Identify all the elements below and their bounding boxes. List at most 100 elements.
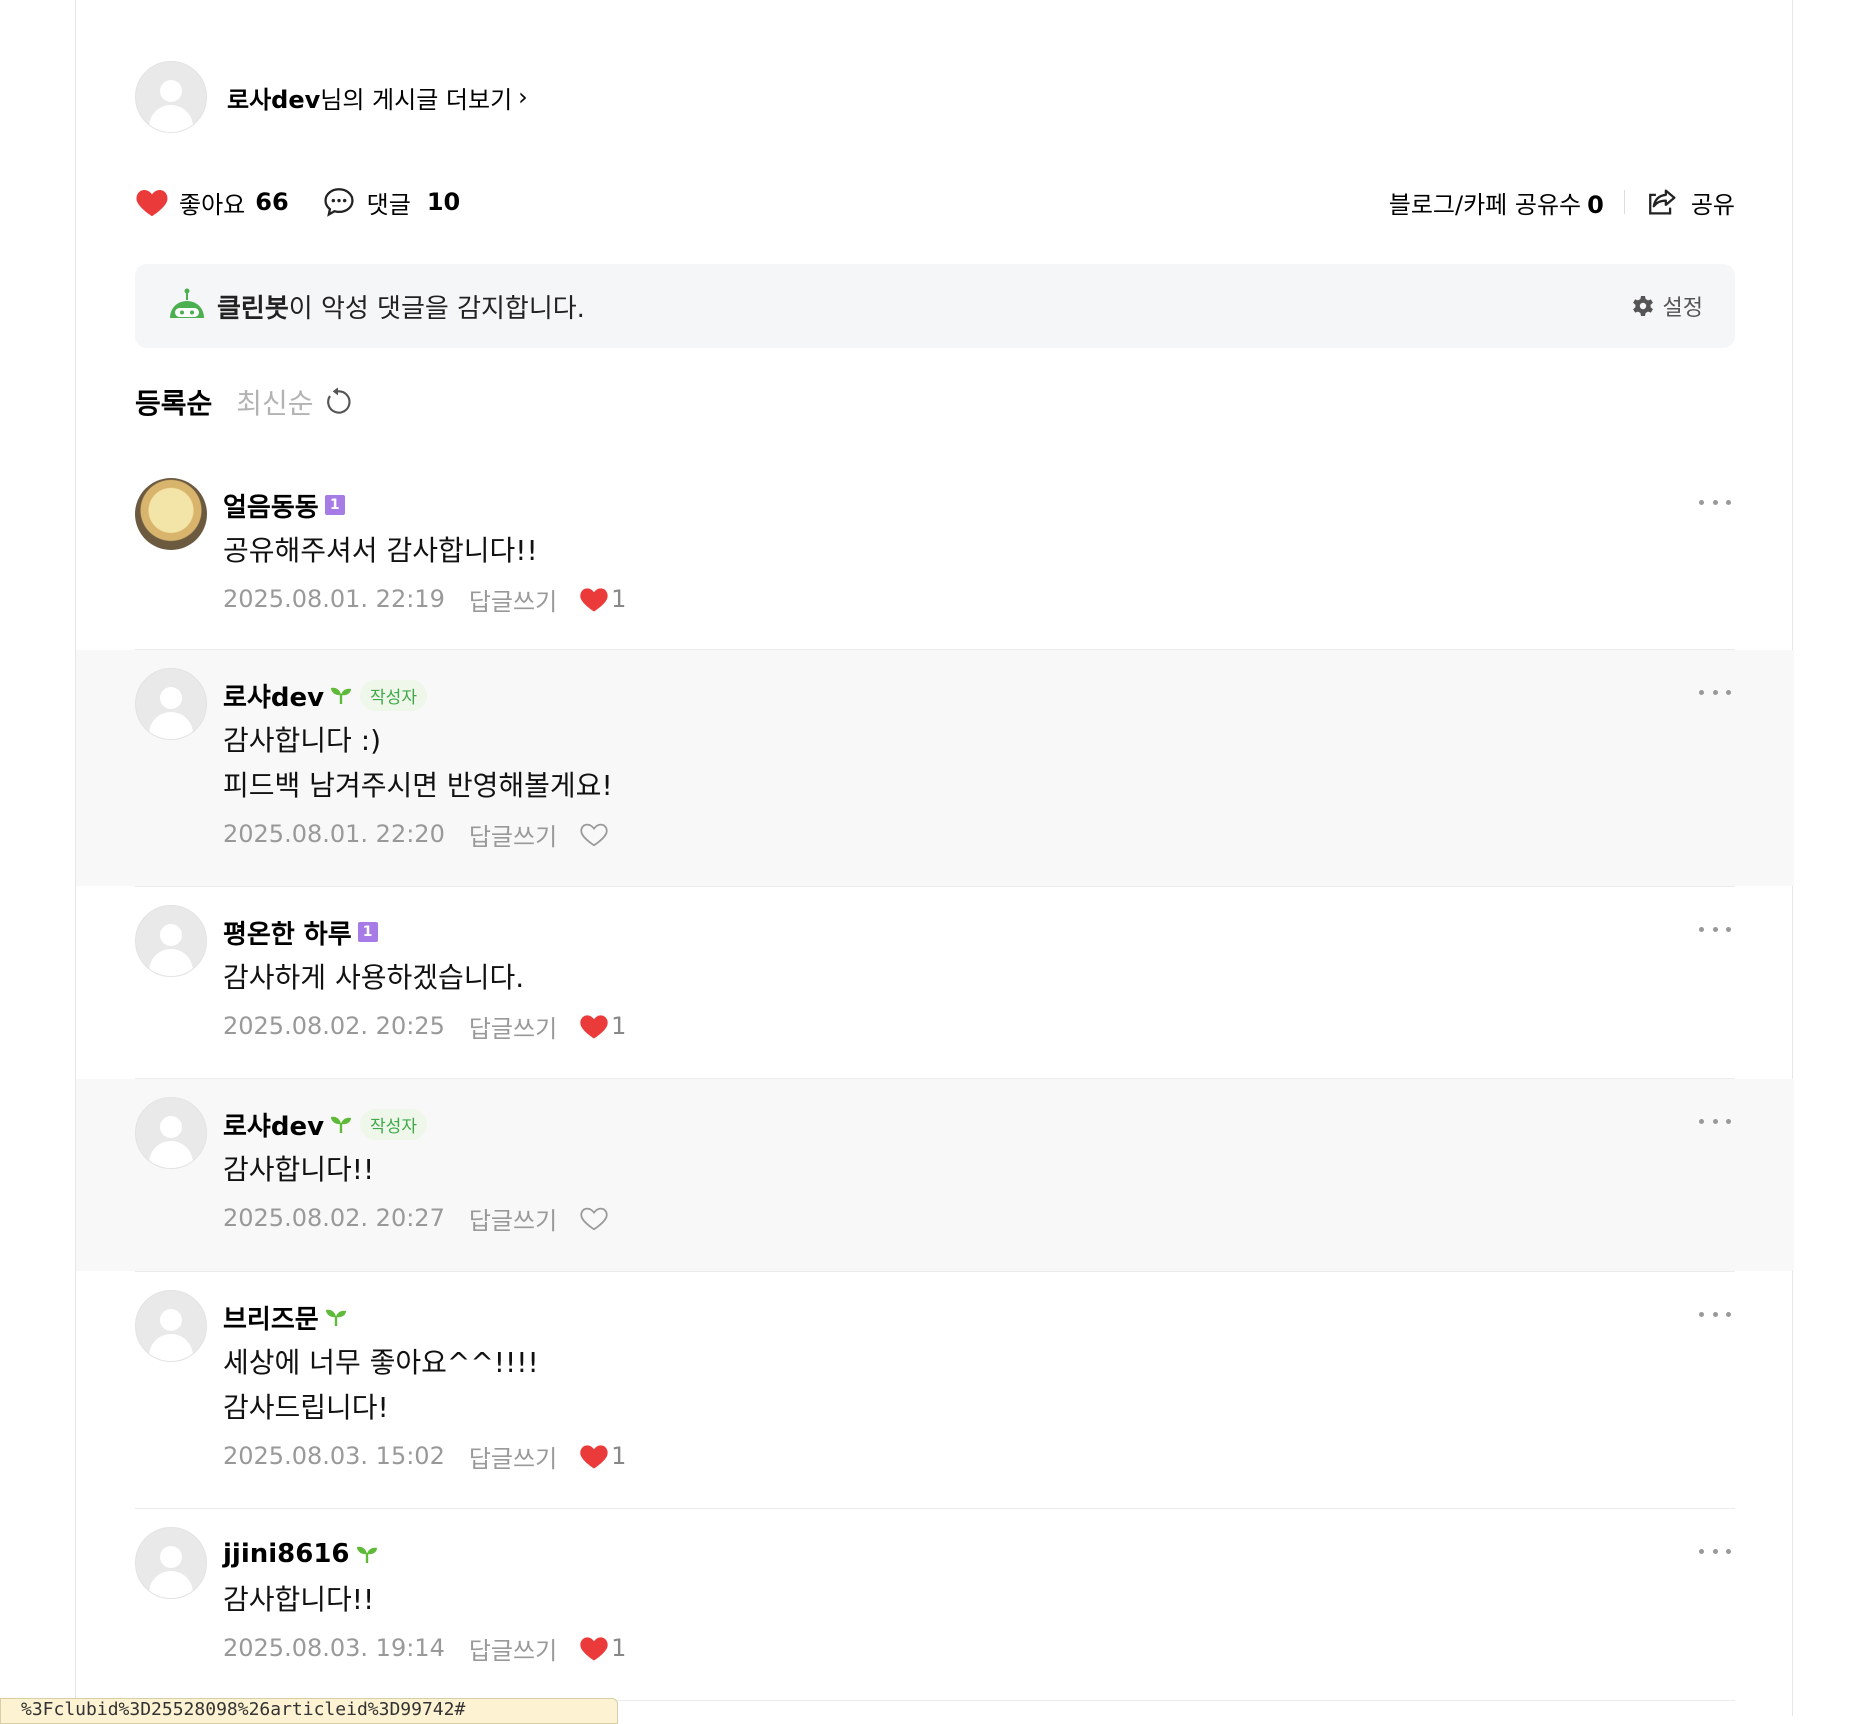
reply-button[interactable]: 답글쓰기 — [469, 582, 557, 617]
cleanbot-name: 클린봇 — [217, 293, 289, 324]
more-options-icon[interactable] — [1695, 1541, 1735, 1561]
cleanbot-robot-icon — [170, 288, 204, 318]
comment-item: 로샤dev 작성자 감사합니다 :) 피드백 남겨주시면 반영해볼게요! 2025… — [76, 650, 1794, 887]
sprout-icon — [330, 685, 352, 705]
comment-text-line: 세상에 너무 좋아요^^!!!! — [223, 1346, 539, 1379]
commenter-avatar[interactable] — [135, 1527, 207, 1599]
more-options-icon[interactable] — [1695, 492, 1735, 512]
reply-button[interactable]: 답글쓰기 — [469, 1631, 557, 1666]
heart-filled-icon — [579, 585, 609, 613]
sort-by-latest[interactable]: 최신순 — [236, 382, 313, 422]
commenter-avatar[interactable] — [135, 668, 207, 740]
comment-item: 브리즈문 세상에 너무 좋아요^^!!!! 감사드립니다! 2025.08.03.… — [135, 1272, 1735, 1509]
commenter-name[interactable]: 브리즈문 — [223, 1299, 319, 1336]
like-label: 좋아요 — [179, 190, 246, 219]
comment-text: 세상에 너무 좋아요^^!!!! 감사드립니다! — [223, 1340, 1735, 1430]
author-more-posts-link[interactable]: 로사dev 님의 게시글 더보기 › — [227, 80, 528, 115]
gear-icon — [1632, 296, 1653, 316]
share-label: 공유 — [1690, 190, 1735, 219]
comment-like-button[interactable]: 1 — [575, 1436, 630, 1476]
comment-like-button[interactable]: 1 — [575, 1006, 630, 1046]
comment-text: 감사하게 사용하겠습니다. — [223, 955, 1735, 1000]
commenter-avatar[interactable] — [135, 1097, 207, 1169]
share-button[interactable]: 공유 — [1645, 185, 1735, 220]
comment-sort-tabs: 등록순 최신순 — [135, 380, 354, 424]
refresh-icon[interactable] — [322, 386, 354, 418]
sprout-icon — [330, 1114, 352, 1134]
status-bar-url: %3Fclubid%3D25528098%26articleid%3D99742… — [0, 1698, 618, 1724]
article-frame: 로사dev 님의 게시글 더보기 › 좋아요 66 댓글 10 블로그/카페 공… — [75, 0, 1794, 1716]
reply-button[interactable]: 답글쓰기 — [469, 817, 557, 852]
comment-date: 2025.08.02. 20:27 — [223, 1204, 445, 1232]
comment-like-count: 1 — [611, 1442, 627, 1470]
comment-text-line: 피드백 남겨주시면 반영해볼게요! — [223, 769, 613, 802]
more-options-icon[interactable] — [1695, 1111, 1735, 1131]
comment-body: 얼음동동 1 공유해주셔서 감사합니다!! 2025.08.01. 22:19 … — [223, 488, 1735, 619]
like-count: 66 — [255, 188, 289, 216]
more-options-icon[interactable] — [1695, 919, 1735, 939]
member-level-badge: 1 — [324, 495, 345, 515]
commenter-info: jjini8616 — [223, 1537, 1735, 1571]
comment-body: 로샤dev 작성자 감사합니다 :) 피드백 남겨주시면 반영해볼게요! 2025… — [223, 678, 1735, 854]
share-count-value: 0 — [1587, 190, 1604, 219]
speech-bubble-icon — [324, 188, 354, 217]
author-avatar[interactable] — [135, 61, 207, 133]
cleanbot-settings-button[interactable]: 설정 — [1631, 290, 1703, 322]
comment-stat[interactable]: 댓글 10 — [321, 185, 460, 220]
comment-date: 2025.08.03. 15:02 — [223, 1442, 445, 1470]
comment-list: 얼음동동 1 공유해주셔서 감사합니다!! 2025.08.01. 22:19 … — [76, 456, 1794, 1701]
commenter-info: 평온한 하루 1 — [223, 914, 1735, 951]
commenter-name[interactable]: jjini8616 — [223, 1539, 350, 1569]
comment-item: 로샤dev 작성자 감사합니다!! 2025.08.02. 20:27 답글쓰기 — [76, 1079, 1794, 1272]
comment-item: jjini8616 감사합니다!! 2025.08.03. 19:14 답글쓰기… — [135, 1509, 1735, 1701]
reply-button[interactable]: 답글쓰기 — [469, 1439, 557, 1474]
comment-like-button[interactable]: 1 — [575, 1628, 630, 1668]
heart-filled-icon — [579, 1442, 609, 1470]
more-options-icon[interactable] — [1695, 1304, 1735, 1324]
article-footer: 로사dev 님의 게시글 더보기 › 좋아요 66 댓글 10 블로그/카페 공… — [76, 0, 1794, 1716]
commenter-name[interactable]: 얼음동동 — [223, 487, 319, 524]
writer-badge: 작성자 — [360, 1108, 427, 1140]
commenter-avatar-photo[interactable] — [135, 478, 207, 550]
commenter-name[interactable]: 로샤dev — [223, 677, 324, 714]
share-count-text: 블로그/카페 공유수 0 — [1389, 185, 1604, 220]
stats-row: 좋아요 66 댓글 10 블로그/카페 공유수 0 공유 — [135, 180, 1735, 224]
commenter-name[interactable]: 로샤dev — [223, 1106, 324, 1143]
more-options-icon[interactable] — [1695, 682, 1735, 702]
comment-meta: 2025.08.01. 22:19 답글쓰기 1 — [223, 579, 1735, 619]
comment-text-line: 감사합니다!! — [223, 1153, 375, 1186]
comment-date: 2025.08.01. 22:20 — [223, 820, 445, 848]
divider — [1623, 190, 1625, 214]
comment-like-button[interactable] — [575, 1198, 613, 1238]
cleanbot-message-text: 이 악성 댓글을 감지합니다. — [288, 293, 585, 324]
comment-like-button[interactable]: 1 — [575, 579, 630, 619]
commenter-info: 로샤dev 작성자 — [223, 677, 1735, 714]
comment-text-line: 감사드립니다! — [223, 1391, 389, 1424]
comment-like-button[interactable] — [575, 814, 613, 854]
share-icon — [1648, 189, 1676, 215]
commenter-name[interactable]: 평온한 하루 — [223, 914, 352, 951]
comment-meta: 2025.08.03. 15:02 답글쓰기 1 — [223, 1436, 1735, 1476]
sort-by-registration[interactable]: 등록순 — [135, 382, 212, 422]
comment-text-line: 감사하게 사용하겠습니다. — [223, 961, 525, 994]
author-name: 로사dev — [227, 85, 321, 114]
commenter-info: 로샤dev 작성자 — [223, 1106, 1735, 1143]
commenter-avatar[interactable] — [135, 905, 207, 977]
comment-body: 브리즈문 세상에 너무 좋아요^^!!!! 감사드립니다! 2025.08.03.… — [223, 1300, 1735, 1476]
comment-body: jjini8616 감사합니다!! 2025.08.03. 19:14 답글쓰기… — [223, 1537, 1735, 1668]
comment-body: 로샤dev 작성자 감사합니다!! 2025.08.02. 20:27 답글쓰기 — [223, 1107, 1735, 1238]
commenter-info: 얼음동동 1 — [223, 487, 1735, 524]
comment-date: 2025.08.02. 20:25 — [223, 1012, 445, 1040]
cleanbot-message: 클린봇이 악성 댓글을 감지합니다. — [217, 288, 585, 325]
cleanbot-banner: 클린봇이 악성 댓글을 감지합니다. 설정 — [135, 264, 1735, 348]
comment-text-line: 감사합니다 :) — [223, 724, 382, 757]
like-button[interactable]: 좋아요 66 — [135, 185, 289, 220]
cleanbot-settings-label: 설정 — [1662, 296, 1703, 321]
comment-body: 평온한 하루 1 감사하게 사용하겠습니다. 2025.08.02. 20:25… — [223, 915, 1735, 1046]
reply-button[interactable]: 답글쓰기 — [469, 1201, 557, 1236]
sprout-icon — [325, 1307, 347, 1327]
comment-text: 감사합니다!! — [223, 1577, 1735, 1622]
comment-text: 감사합니다!! — [223, 1147, 1735, 1192]
commenter-avatar[interactable] — [135, 1290, 207, 1362]
reply-button[interactable]: 답글쓰기 — [469, 1009, 557, 1044]
